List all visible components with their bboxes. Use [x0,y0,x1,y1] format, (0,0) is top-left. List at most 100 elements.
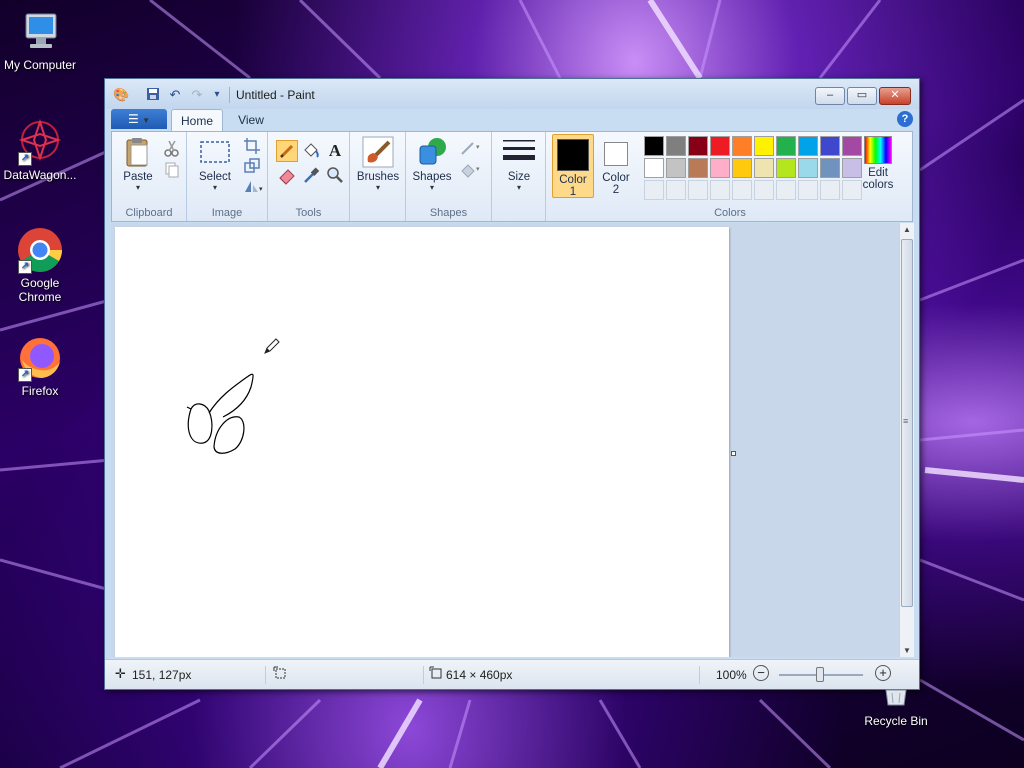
palette-custom-slot[interactable] [776,180,796,200]
text-tool-icon[interactable]: A [324,140,346,162]
scroll-up-arrow-icon[interactable]: ▲ [903,225,911,234]
edit-colors-button[interactable]: Edit colors [858,136,898,191]
palette-color-swatch[interactable] [688,136,708,156]
maximize-button[interactable]: ▭ [847,87,877,105]
scrollbar-thumb[interactable]: ≡ [901,239,913,607]
shapes-label: Shapes [412,171,452,183]
close-button[interactable]: ✕ [879,87,911,105]
canvas-resize-handle[interactable] [731,451,736,456]
tab-home[interactable]: Home [171,109,223,131]
customize-toolbar-chevron-icon[interactable]: ▾ [209,87,225,103]
select-button[interactable]: Select ▾ [193,136,237,192]
size-button[interactable]: Size ▾ [497,136,541,192]
palette-color-swatch[interactable] [644,158,664,178]
drawing-strokes [186,373,254,454]
palette-color-swatch[interactable] [732,136,752,156]
palette-custom-slot[interactable] [688,180,708,200]
color1-button[interactable]: Color 1 [552,134,594,198]
datawagon-icon: ↗ [16,118,64,166]
palette-color-swatch[interactable] [754,158,774,178]
eraser-icon[interactable] [276,164,298,186]
cut-icon[interactable] [162,138,182,158]
vertical-scrollbar[interactable]: ▲ ≡ ▼ [899,223,914,657]
pencil-icon[interactable] [276,140,298,162]
color-picker-icon[interactable] [300,164,322,186]
minimize-button[interactable]: ‒ [815,87,845,105]
recycle-bin-icon[interactable] [882,688,910,706]
palette-color-swatch[interactable] [732,158,752,178]
palette-color-swatch[interactable] [820,158,840,178]
help-icon[interactable]: ? [897,111,913,127]
group-image: Select ▾ ▾ Image [187,132,268,221]
paste-button[interactable]: Paste ▾ [118,136,158,192]
palette-color-swatch[interactable] [798,158,818,178]
palette-custom-slot[interactable] [644,180,664,200]
status-divider [423,666,424,684]
app-menu-button[interactable]: ☰ ▼ [111,109,167,129]
group-size[interactable]: Size ▾ [492,132,546,221]
group-shapes: Shapes ▾ ▾ ▾ Shapes [406,132,492,221]
paint-window[interactable]: 🎨 ↶ ↷ ▾ Untitled - Paint ‒ ▭ ✕ ☰ ▼ Home … [104,78,920,690]
crop-icon[interactable] [242,136,262,156]
window-title: Untitled - Paint [236,88,315,102]
palette-custom-slot[interactable] [798,180,818,200]
palette-color-swatch[interactable] [710,136,730,156]
outline-icon[interactable]: ▾ [458,138,486,158]
computer-icon [16,8,64,56]
desktop-icon-label: Google Chrome [18,276,62,304]
select-label: Select [199,171,231,183]
palette-color-swatch[interactable] [688,158,708,178]
palette-custom-slot[interactable] [666,180,686,200]
desktop-icon-google-chrome[interactable]: ↗ Google Chrome [0,226,80,304]
redo-icon[interactable]: ↷ [189,87,205,103]
group-clipboard: Paste ▾ Clipboard [112,132,187,221]
fill-icon[interactable]: ▾ [458,160,486,180]
size-label: Size [507,171,531,183]
desktop-icon-label: Recycle Bin [864,714,928,728]
palette-color-swatch[interactable] [710,158,730,178]
title-separator [229,87,230,103]
copy-icon[interactable] [162,160,182,180]
fill-bucket-icon[interactable] [300,140,322,162]
desktop-icon-firefox[interactable]: ↗ Firefox [0,334,80,398]
palette-custom-slot[interactable] [820,180,840,200]
save-icon[interactable] [145,87,161,103]
tab-view[interactable]: View [229,109,273,131]
resize-icon[interactable] [242,156,262,176]
color1-label: Color [559,174,587,186]
desktop-icon-my-computer[interactable]: My Computer [0,8,80,72]
palette-color-swatch[interactable] [776,136,796,156]
drawing-canvas[interactable] [115,227,729,657]
color2-button[interactable]: Color 2 [596,134,636,198]
zoom-level-text: 100% [716,668,747,682]
pencil-cursor-icon [263,337,281,355]
palette-color-swatch[interactable] [666,158,686,178]
magnifier-icon[interactable] [324,164,346,186]
desktop-icon-datawagon[interactable]: ↗ DataWagon... [0,118,80,182]
undo-icon[interactable]: ↶ [167,87,183,103]
shapes-button[interactable]: Shapes ▾ [410,136,454,192]
zoom-in-button[interactable]: + [875,665,891,681]
svg-text:▾: ▾ [259,186,263,193]
zoom-slider-thumb[interactable] [816,667,824,682]
palette-color-swatch[interactable] [820,136,840,156]
palette-color-swatch[interactable] [644,136,664,156]
canvas-area [111,223,899,657]
title-bar[interactable]: 🎨 ↶ ↷ ▾ Untitled - Paint ‒ ▭ ✕ [105,79,919,109]
palette-custom-slot[interactable] [754,180,774,200]
rotate-icon[interactable]: ▾ [242,176,263,196]
brushes-button[interactable]: Brushes ▾ [354,136,402,192]
desktop-icon-label: Firefox [21,384,59,398]
color2-number: 2 [612,184,620,196]
chevron-down-icon: ▼ [142,116,151,125]
zoom-out-button[interactable]: − [753,665,769,681]
palette-custom-slot[interactable] [732,180,752,200]
firefox-icon: ↗ [16,334,64,382]
palette-color-swatch[interactable] [798,136,818,156]
palette-color-swatch[interactable] [754,136,774,156]
palette-color-swatch[interactable] [666,136,686,156]
palette-custom-slot[interactable] [710,180,730,200]
scroll-down-arrow-icon[interactable]: ▼ [903,646,911,655]
grip-icon: ≡ [903,416,909,426]
palette-color-swatch[interactable] [776,158,796,178]
